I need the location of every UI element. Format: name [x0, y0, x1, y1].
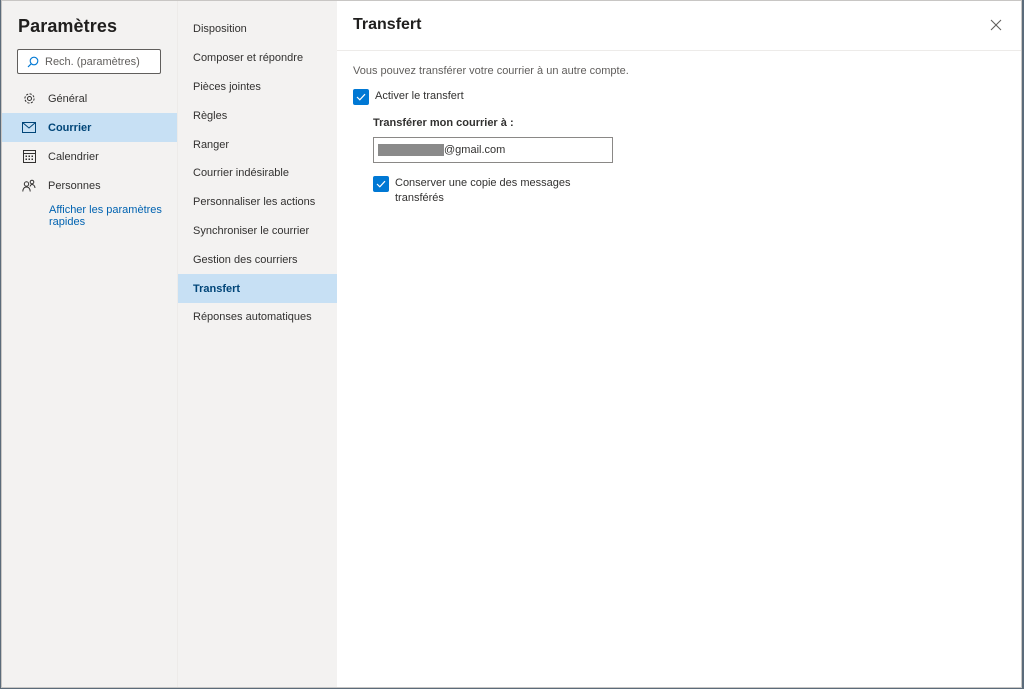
- nav-item-label: Courrier: [48, 121, 92, 134]
- settings-dialog: Paramètres Général: [1, 0, 1022, 688]
- nav-item-mail[interactable]: Courrier: [2, 113, 177, 142]
- forwarding-description: Vous pouvez transférer votre courrier à …: [353, 65, 629, 77]
- checkmark-icon: [373, 176, 389, 192]
- forwarding-panel: Transfert Vous pouvez transférer votre c…: [337, 1, 1021, 687]
- panel-title: Transfert: [353, 16, 422, 33]
- mid-nav-item-junk[interactable]: Courrier indésirable: [178, 159, 337, 188]
- search-icon: [27, 56, 39, 67]
- quick-settings-link[interactable]: Afficher les paramètres rapides: [49, 204, 164, 228]
- calendar-icon: [22, 150, 36, 164]
- forward-to-label: Transférer mon courrier à :: [373, 117, 514, 129]
- enable-forwarding-checkbox[interactable]: Activer le transfert: [353, 89, 464, 105]
- mail-settings-nav: Disposition Composer et répondre Pièces …: [177, 1, 337, 687]
- settings-category-list: Général Courrier Calendrier Personnes: [2, 84, 177, 200]
- close-icon: [990, 19, 1002, 31]
- panel-header: Transfert: [337, 1, 1021, 51]
- enable-forwarding-label: Activer le transfert: [375, 90, 464, 102]
- people-icon: [22, 179, 36, 193]
- mid-nav-item-sync[interactable]: Synchroniser le courrier: [178, 217, 337, 246]
- mid-nav-item-sweep[interactable]: Ranger: [178, 130, 337, 159]
- mid-nav-item-compose[interactable]: Composer et répondre: [178, 44, 337, 73]
- gear-icon: [22, 92, 36, 106]
- mid-nav-item-rules[interactable]: Règles: [178, 101, 337, 130]
- redacted-text: [378, 144, 444, 156]
- mid-nav-item-message-handling[interactable]: Gestion des courriers: [178, 245, 337, 274]
- mid-nav-item-attachments[interactable]: Pièces jointes: [178, 73, 337, 102]
- mid-nav-item-forwarding[interactable]: Transfert: [178, 274, 337, 303]
- search-input[interactable]: [45, 55, 155, 68]
- settings-left-nav: Paramètres Général: [2, 1, 177, 687]
- settings-title: Paramètres: [18, 16, 118, 36]
- mid-nav-item-customize-actions[interactable]: Personnaliser les actions: [178, 188, 337, 217]
- mid-nav-item-layout[interactable]: Disposition: [178, 15, 337, 44]
- mid-nav-item-auto-replies[interactable]: Réponses automatiques: [178, 303, 337, 332]
- forward-email-field[interactable]: @gmail.com: [373, 137, 613, 163]
- nav-item-label: Personnes: [48, 179, 101, 192]
- close-button[interactable]: [989, 18, 1003, 32]
- checkmark-icon: [353, 89, 369, 105]
- nav-item-label: Calendrier: [48, 150, 99, 163]
- nav-item-people[interactable]: Personnes: [2, 171, 177, 200]
- settings-search-box[interactable]: [17, 49, 161, 74]
- nav-item-general[interactable]: Général: [2, 84, 177, 113]
- mail-icon: [22, 121, 36, 135]
- keep-copy-label: Conserver une copie des messages transfé…: [395, 177, 571, 204]
- nav-item-calendar[interactable]: Calendrier: [2, 142, 177, 171]
- forward-email-value: @gmail.com: [444, 144, 506, 156]
- keep-copy-checkbox[interactable]: Conserver une copie des messages transfé…: [373, 176, 603, 206]
- nav-item-label: Général: [48, 92, 88, 105]
